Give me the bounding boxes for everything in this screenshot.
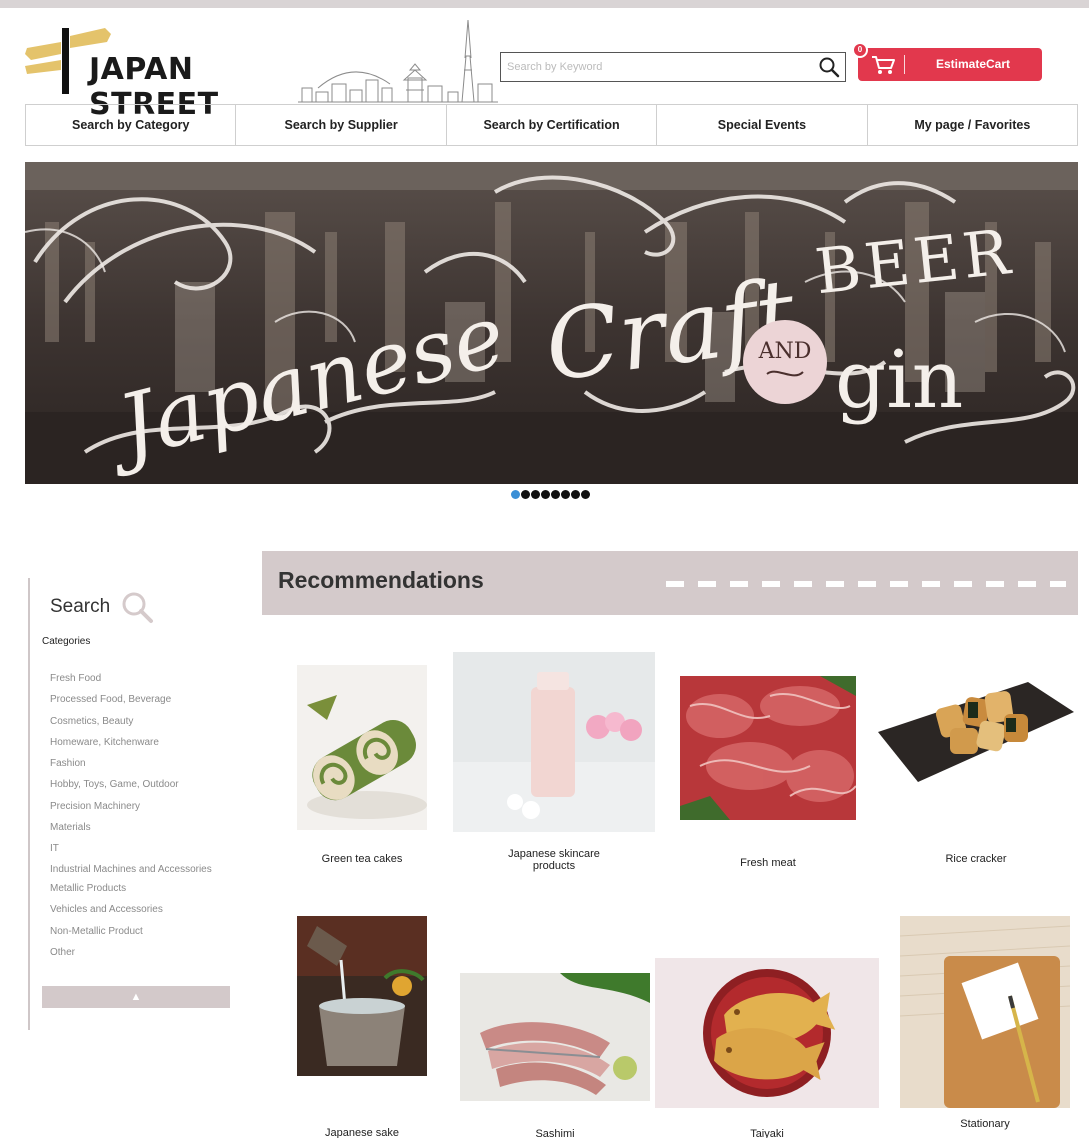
product-card-stationary[interactable]: Stationary (900, 916, 1070, 1138)
category-item[interactable]: Materials (50, 817, 230, 838)
green-tea-cakes-image (297, 665, 427, 830)
nav-my-page-favorites[interactable]: My page / Favorites (868, 105, 1077, 145)
category-item[interactable]: Cosmetics, Beauty (50, 711, 230, 732)
search-sidebar: Search Categories Fresh Food Processed Fo… (28, 578, 233, 1030)
taiyaki-image (655, 958, 879, 1108)
product-card-rice-cracker[interactable]: Rice cracker (878, 672, 1074, 872)
fresh-meat-image (680, 676, 856, 820)
sashimi-image (460, 973, 650, 1101)
category-item[interactable]: Precision Machinery (50, 796, 230, 817)
category-item[interactable]: Vehicles and Accessories (50, 899, 230, 920)
product-card-fresh-meat[interactable]: Fresh meat (680, 676, 856, 876)
hero-banner[interactable]: Japanese Craft BEER AND gin (25, 162, 1078, 484)
japanese-sake-image (297, 916, 427, 1076)
recommendations-title: Recommendations (278, 567, 484, 593)
collapse-toggle-button[interactable]: ▲ (42, 986, 230, 1008)
product-label: Sashimi (535, 1128, 575, 1138)
cart-count-badge: 0 (852, 42, 868, 58)
category-item[interactable]: Fashion (50, 753, 230, 774)
carousel-dot[interactable] (541, 490, 550, 499)
carousel-dot[interactable] (561, 490, 570, 499)
product-card-taiyaki[interactable]: Taiyaki (655, 958, 879, 1138)
categories-heading: Categories (42, 636, 91, 647)
product-card-green-tea-cakes[interactable]: Green tea cakes (297, 665, 427, 875)
skyline-illustration (298, 19, 498, 103)
category-item[interactable]: Homeware, Kitchenware (50, 732, 230, 753)
category-item[interactable]: Hobby, Toys, Game, Outdoor (50, 774, 230, 795)
nav-search-by-category[interactable]: Search by Category (26, 105, 237, 145)
product-label: Fresh meat (740, 857, 796, 869)
product-label: Green tea cakes (321, 853, 403, 865)
nav-search-by-supplier[interactable]: Search by Supplier (236, 105, 447, 145)
dash-decoration (666, 581, 1066, 587)
category-item[interactable]: Processed Food, Beverage (50, 689, 230, 710)
category-item[interactable]: Metallic Products (50, 878, 230, 899)
main-nav: Search by Category Search by Supplier Se… (25, 104, 1078, 146)
product-label: Japanese sake (325, 1127, 399, 1138)
category-item[interactable]: Fresh Food (50, 668, 230, 689)
search-icon[interactable] (817, 55, 841, 79)
product-card-skincare[interactable]: Japanese skincare products (453, 652, 655, 882)
product-card-sashimi[interactable]: Sashimi (460, 973, 650, 1138)
product-card-japanese-sake[interactable]: Japanese sake (297, 916, 427, 1138)
sidebar-title: Search (50, 596, 111, 617)
stationary-image (900, 916, 1070, 1108)
carousel-dot[interactable] (571, 490, 580, 499)
banner-word-and: AND (758, 339, 812, 364)
carousel-dot[interactable] (581, 490, 590, 499)
skincare-image (453, 652, 655, 832)
product-label: Rice cracker (945, 853, 1007, 865)
category-item[interactable]: Industrial Machines and Accessories (50, 860, 230, 879)
category-item[interactable]: Other (50, 942, 230, 963)
carousel-dot[interactable] (511, 490, 520, 499)
magnifier-icon (122, 592, 153, 623)
estimate-cart-button[interactable]: 0 EstimateCart (852, 42, 1042, 81)
carousel-dot[interactable] (551, 490, 560, 499)
cart-icon (872, 56, 895, 74)
category-item[interactable]: IT (50, 838, 230, 859)
product-label: Taiyaki (750, 1128, 784, 1138)
category-list: Fresh Food Processed Food, Beverage Cosmet… (50, 668, 230, 963)
cart-label: EstimateCart (935, 57, 1011, 71)
nav-special-events[interactable]: Special Events (657, 105, 868, 145)
carousel-dots (0, 490, 1089, 504)
top-strip (0, 0, 1089, 18)
banner-word-gin: gin (835, 333, 963, 426)
rice-cracker-image (878, 682, 1074, 782)
carousel-dot[interactable] (521, 490, 530, 499)
site-logo[interactable]: JAPAN STREET (25, 22, 300, 122)
product-label: Stationary (960, 1118, 1010, 1130)
keyword-search (500, 52, 846, 82)
nav-search-by-certification[interactable]: Search by Certification (447, 105, 658, 145)
cart-separator (904, 55, 905, 74)
carousel-dot[interactable] (531, 490, 540, 499)
category-item[interactable]: Non-Metallic Product (50, 921, 230, 942)
recommendations-header: Recommendations (262, 551, 1078, 615)
product-label: Japanese skincare products (508, 848, 600, 872)
search-input[interactable] (507, 57, 807, 77)
banner-graphic: Japanese Craft BEER AND gin (25, 162, 1078, 484)
